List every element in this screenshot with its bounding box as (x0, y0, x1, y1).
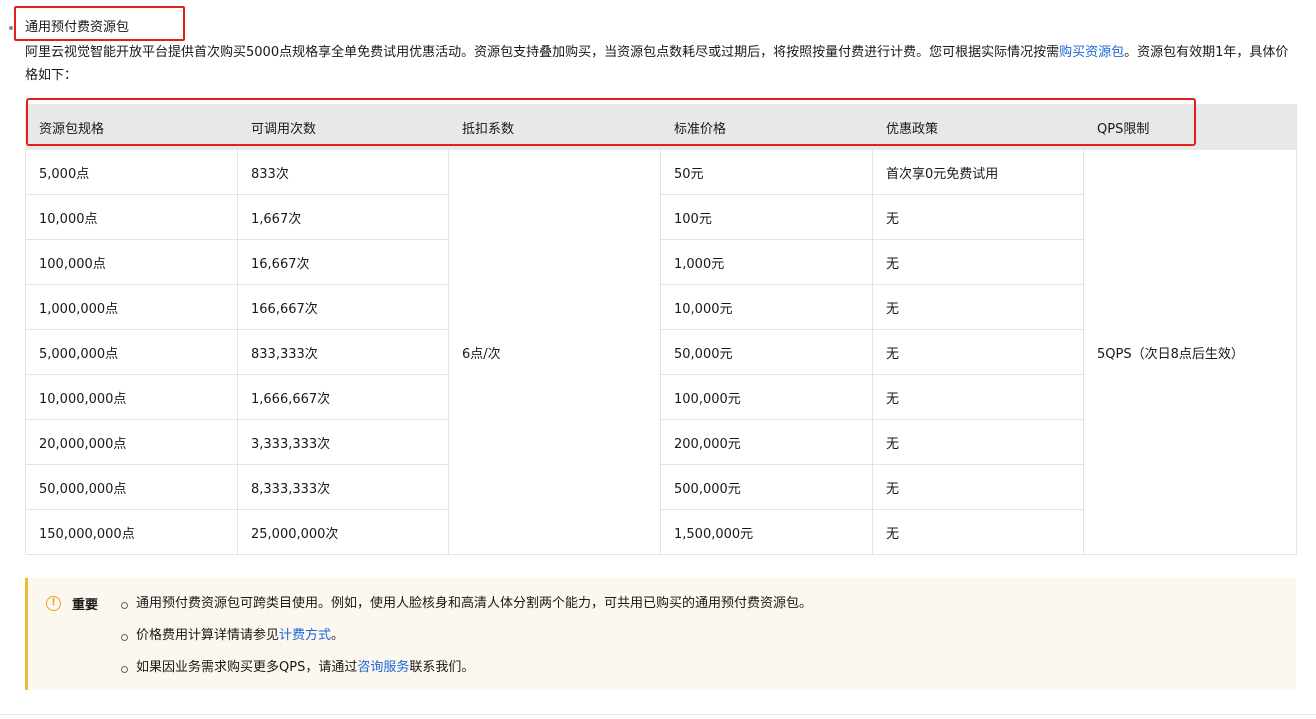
info-icon: ! (46, 596, 61, 611)
cell-spec: 100,000点 (25, 239, 238, 285)
header-deduction: 抵扣系数 (448, 104, 661, 150)
cell-price: 1,500,000元 (660, 509, 873, 555)
cell-calls: 1,666,667次 (237, 374, 449, 420)
header-promo: 优惠政策 (872, 104, 1084, 150)
important-notice: ! 重要 通用预付费资源包可跨类目使用。例如，使用人脸核身和高清人体分割两个能力… (25, 578, 1296, 690)
consult-service-link[interactable]: 咨询服务 (357, 660, 409, 675)
cell-price: 200,000元 (660, 419, 873, 465)
cell-calls: 25,000,000次 (237, 509, 449, 555)
cell-calls: 833次 (237, 149, 449, 195)
cell-spec: 10,000,000点 (25, 374, 238, 420)
cell-calls: 16,667次 (237, 239, 449, 285)
cell-spec: 20,000,000点 (25, 419, 238, 465)
cell-spec: 50,000,000点 (25, 464, 238, 510)
table-row: 5,000点 833次 6点/次 50元 首次享0元免费试用 5QPS（次日8点… (25, 149, 1297, 555)
list-item: 如果因业务需求购买更多QPS，请通过咨询服务联系我们。 (120, 658, 812, 690)
header-calls: 可调用次数 (237, 104, 449, 150)
cell-calls: 166,667次 (237, 284, 449, 330)
intro-paragraph: 阿里云视觉智能开放平台提供首次购买5000点规格享全单免费试用优惠活动。资源包支… (25, 41, 1293, 87)
cell-promo: 无 (872, 509, 1084, 555)
cell-promo: 无 (872, 284, 1084, 330)
header-price: 标准价格 (660, 104, 873, 150)
cell-spec: 1,000,000点 (25, 284, 238, 330)
notice-title: 重要 (72, 598, 99, 613)
notice-item-3-after: 联系我们。 (409, 660, 475, 675)
cell-deduction: 6点/次 (448, 149, 661, 555)
list-item: 价格费用计算详情请参见计费方式。 (120, 626, 812, 658)
notice-item-3-before: 如果因业务需求购买更多QPS，请通过 (136, 660, 358, 675)
cell-price: 500,000元 (660, 464, 873, 510)
notice-item-2-before: 价格费用计算详情请参见 (136, 628, 280, 643)
cell-promo: 无 (872, 464, 1084, 510)
buy-package-link[interactable]: 购买资源包 (1059, 45, 1124, 60)
cell-price: 100,000元 (660, 374, 873, 420)
cell-calls: 3,333,333次 (237, 419, 449, 465)
cell-spec: 10,000点 (25, 194, 238, 240)
cell-spec: 150,000,000点 (25, 509, 238, 555)
divider (0, 714, 1316, 715)
notice-item-2-after: 。 (331, 628, 345, 643)
section-heading: 通用预付费资源包 (25, 20, 130, 35)
pricing-table: 资源包规格 可调用次数 抵扣系数 标准价格 优惠政策 QPS限制 5,000点 … (25, 104, 1297, 555)
cell-price: 100元 (660, 194, 873, 240)
cell-promo: 无 (872, 239, 1084, 285)
cell-qps: 5QPS（次日8点后生效） (1083, 149, 1297, 555)
cell-price: 10,000元 (660, 284, 873, 330)
cell-promo: 无 (872, 194, 1084, 240)
header-qps: QPS限制 (1083, 104, 1297, 150)
cell-spec: 5,000点 (25, 149, 238, 195)
cell-calls: 833,333次 (237, 329, 449, 375)
list-bullet (9, 26, 13, 30)
cell-promo: 无 (872, 374, 1084, 420)
cell-spec: 5,000,000点 (25, 329, 238, 375)
list-item: 通用预付费资源包可跨类目使用。例如，使用人脸核身和高清人体分割两个能力，可共用已… (120, 594, 812, 626)
cell-price: 1,000元 (660, 239, 873, 285)
cell-price: 50元 (660, 149, 873, 195)
table-header-row: 资源包规格 可调用次数 抵扣系数 标准价格 优惠政策 QPS限制 (25, 104, 1297, 150)
notice-list: 通用预付费资源包可跨类目使用。例如，使用人脸核身和高清人体分割两个能力，可共用已… (120, 594, 812, 690)
notice-item-1: 通用预付费资源包可跨类目使用。例如，使用人脸核身和高清人体分割两个能力，可共用已… (136, 596, 813, 611)
cell-promo: 无 (872, 419, 1084, 465)
cell-price: 50,000元 (660, 329, 873, 375)
billing-method-link[interactable]: 计费方式 (279, 628, 331, 643)
header-spec: 资源包规格 (25, 104, 238, 150)
cell-promo: 无 (872, 329, 1084, 375)
cell-calls: 8,333,333次 (237, 464, 449, 510)
cell-calls: 1,667次 (237, 194, 449, 240)
intro-text-before: 阿里云视觉智能开放平台提供首次购买5000点规格享全单免费试用优惠活动。资源包支… (25, 45, 1060, 60)
cell-promo: 首次享0元免费试用 (872, 149, 1084, 195)
